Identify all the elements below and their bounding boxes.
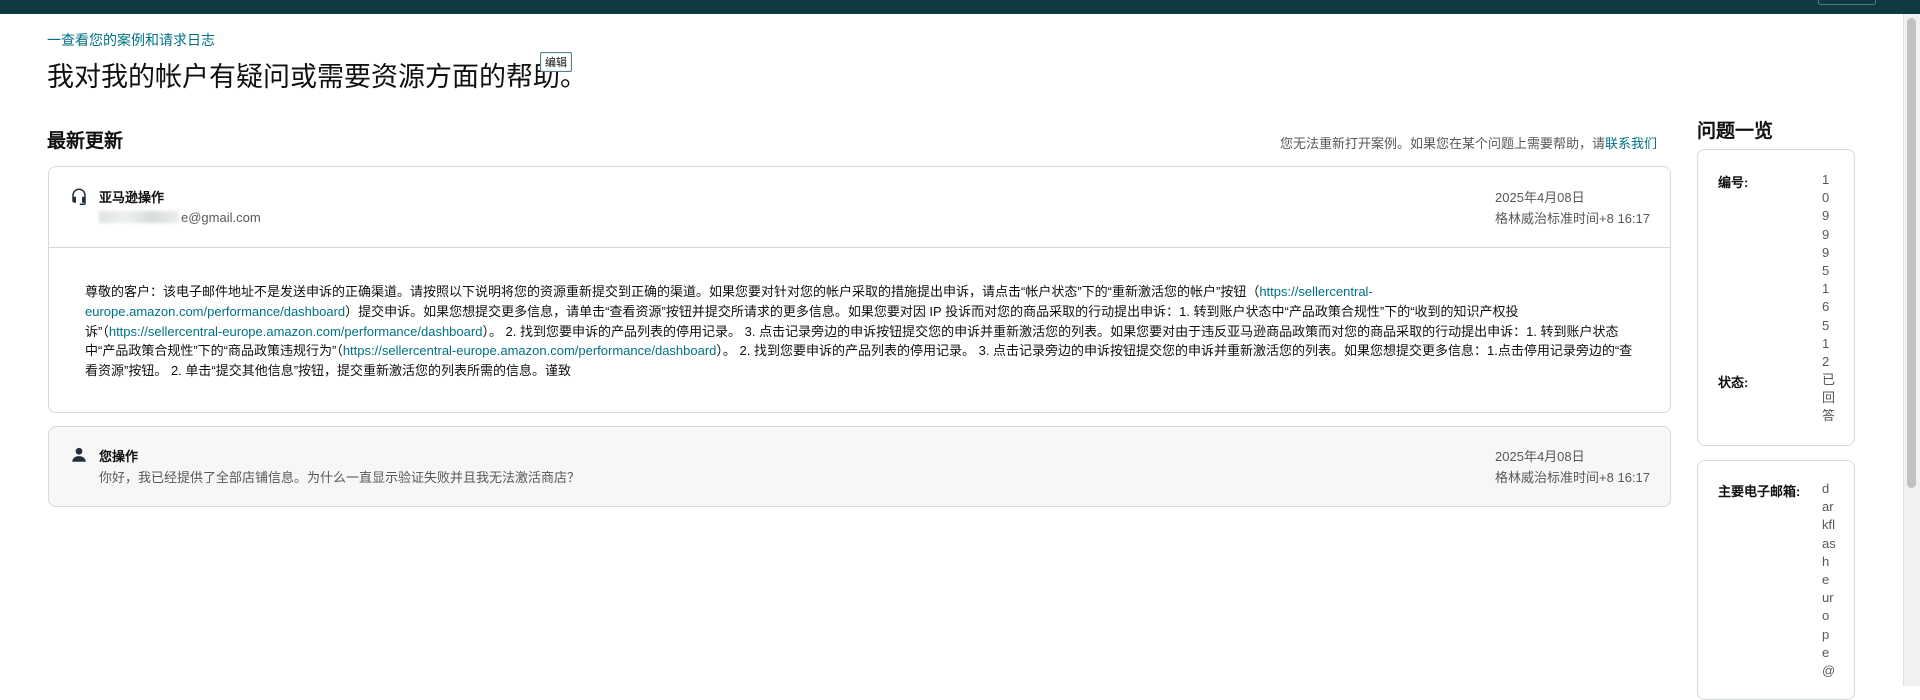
message-timestamp: 2025年4月08日 格林威治标准时间+8 16:17 xyxy=(1495,446,1650,488)
dashboard-link[interactable]: https://sellercentral-europe.amazon.com/… xyxy=(109,324,483,339)
message-card-amazon: 亚马逊操作 e@gmail.com 2025年4月08日 格林威治标准时间+8 … xyxy=(48,166,1671,413)
primary-email-label: 主要电子邮箱: xyxy=(1718,484,1801,499)
primary-email-value: darkflasheurope@ xyxy=(1822,481,1836,679)
contact-us-link[interactable]: 联系我们 xyxy=(1605,136,1657,151)
message-header: 您操作 你好，我已经提供了全部店铺信息。为什么一直显示验证失败并且我无法激活商店… xyxy=(49,427,1670,507)
headset-icon xyxy=(72,188,86,205)
status-label: 状态: xyxy=(1718,375,1749,390)
back-to-case-log-link[interactable]: 一查看您的案例和请求日志 xyxy=(47,30,215,50)
sender-name: 亚马逊操作 xyxy=(99,190,165,205)
scrollbar-thumb[interactable] xyxy=(1907,18,1916,488)
primary-email-card: 主要电子邮箱: darkflasheurope@ xyxy=(1697,460,1855,700)
top-bar-button[interactable] xyxy=(1818,0,1876,5)
redacted-email-blur xyxy=(99,211,179,223)
sender-email-suffix: e@gmail.com xyxy=(181,210,261,225)
message-time: 格林威治标准时间+8 16:17 xyxy=(1495,211,1650,226)
case-id-label: 编号: xyxy=(1718,175,1749,190)
sender-name: 您操作 xyxy=(99,449,139,464)
reopen-note: 您无法重新打开案例。如果您在某个问题上需要帮助，请联系我们 xyxy=(1280,133,1657,152)
user-icon xyxy=(72,447,86,462)
status-value: 已回答 xyxy=(1822,372,1836,424)
message-date: 2025年4月08日 xyxy=(1495,449,1585,464)
message-text-segment: 尊敬的客户：该电子邮件地址不是发送申诉的正确渠道。请按照以下说明将您的资源重新提… xyxy=(85,284,1260,299)
case-id-value: 10999516512 xyxy=(1822,172,1830,370)
issue-overview-heading: 问题一览 xyxy=(1697,121,1774,142)
case-info-card: 编号: 10999516512 状态: 已回答 xyxy=(1697,149,1855,446)
message-time: 格林威治标准时间+8 16:17 xyxy=(1495,470,1650,485)
top-navigation-bar xyxy=(0,0,1920,14)
edit-button[interactable]: 编辑 xyxy=(540,52,572,72)
latest-updates-heading: 最新更新 xyxy=(47,131,124,152)
message-body: 尊敬的客户：该电子邮件地址不是发送申诉的正确渠道。请按照以下说明将您的资源重新提… xyxy=(85,282,1635,381)
page-scrollbar[interactable] xyxy=(1903,14,1920,686)
message-card-user: 您操作 你好，我已经提供了全部店铺信息。为什么一直显示验证失败并且我无法激活商店… xyxy=(48,426,1671,507)
message-timestamp: 2025年4月08日 格林威治标准时间+8 16:17 xyxy=(1495,187,1650,229)
reopen-note-text: 您无法重新打开案例。如果您在某个问题上需要帮助，请 xyxy=(1279,136,1605,151)
message-header: 亚马逊操作 e@gmail.com 2025年4月08日 格林威治标准时间+8 … xyxy=(49,167,1670,248)
message-date: 2025年4月08日 xyxy=(1495,190,1585,205)
page-title: 我对我的帐户有疑问或需要资源方面的帮助。 xyxy=(47,62,587,92)
sender-email: e@gmail.com xyxy=(99,210,261,225)
dashboard-link[interactable]: https://sellercentral-europe.amazon.com/… xyxy=(343,343,717,358)
user-message-text: 你好，我已经提供了全部店铺信息。为什么一直显示验证失败并且我无法激活商店？ xyxy=(99,470,581,485)
